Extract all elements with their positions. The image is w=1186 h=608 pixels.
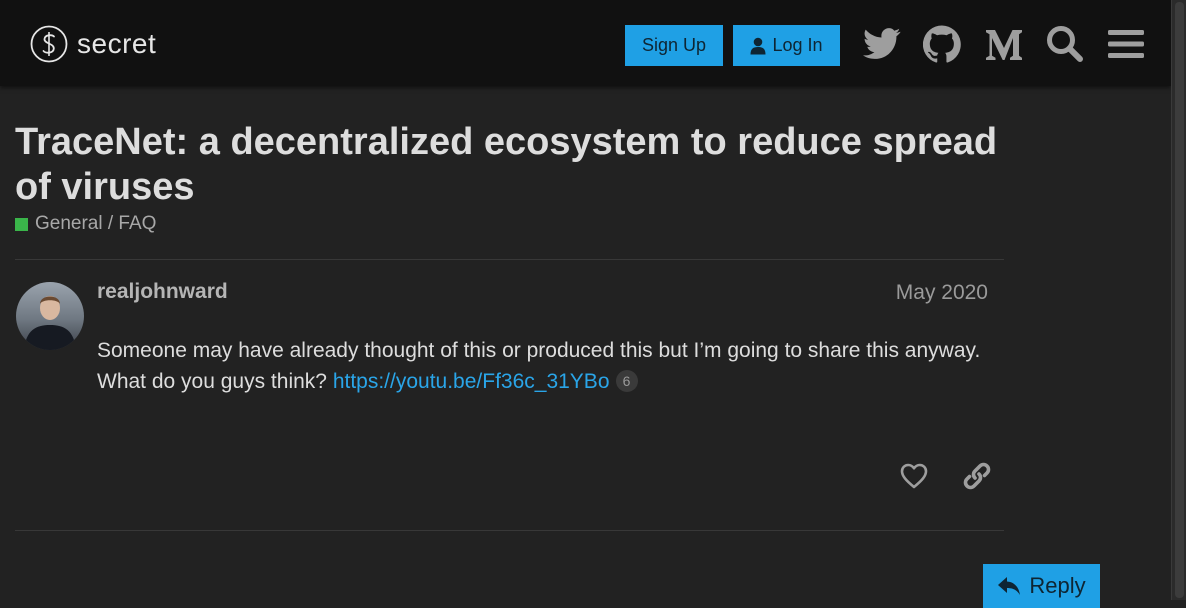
github-icon[interactable] xyxy=(922,25,962,63)
topic-divider-top xyxy=(15,259,1004,260)
reply-icon xyxy=(998,577,1021,595)
category-color-badge xyxy=(15,217,28,231)
post-username[interactable]: realjohnward xyxy=(97,280,228,304)
site-logo[interactable]: secret xyxy=(30,24,156,64)
topic-category[interactable]: General / FAQ xyxy=(15,213,156,235)
log-in-label: Log In xyxy=(772,35,823,55)
secret-logo-icon xyxy=(30,25,68,63)
medium-icon[interactable] xyxy=(984,25,1024,63)
site-name: secret xyxy=(77,28,157,59)
topic-title[interactable]: TraceNet: a decentralized ecosystem to r… xyxy=(15,120,1015,210)
page-scrollbar[interactable] xyxy=(1171,0,1186,600)
link-click-count: 6 xyxy=(615,370,638,392)
reply-button[interactable]: Reply xyxy=(983,564,1100,608)
sign-up-button[interactable]: Sign Up xyxy=(625,25,723,66)
post-date[interactable]: May 2020 xyxy=(880,281,988,305)
log-in-button[interactable]: Log In xyxy=(733,25,840,66)
post-link[interactable]: https://youtu.be/Ff36c_31YBo xyxy=(333,370,610,393)
heart-icon xyxy=(900,463,928,489)
post-body: Someone may have already thought of this… xyxy=(97,335,987,397)
user-icon xyxy=(750,37,766,54)
topic-divider-bottom xyxy=(15,530,1004,531)
link-icon xyxy=(963,462,991,490)
site-header: secret Sign Up Log In xyxy=(0,0,1171,86)
scrollbar-thumb[interactable] xyxy=(1175,2,1184,598)
search-icon[interactable] xyxy=(1045,25,1085,63)
sign-up-label: Sign Up xyxy=(641,35,707,55)
avatar[interactable] xyxy=(16,282,84,350)
like-button[interactable] xyxy=(896,458,932,494)
reply-label: Reply xyxy=(1029,573,1086,598)
twitter-icon[interactable] xyxy=(862,25,902,63)
share-link-button[interactable] xyxy=(959,458,995,494)
category-label: General / FAQ xyxy=(35,213,157,234)
hamburger-menu-icon[interactable] xyxy=(1106,25,1146,63)
